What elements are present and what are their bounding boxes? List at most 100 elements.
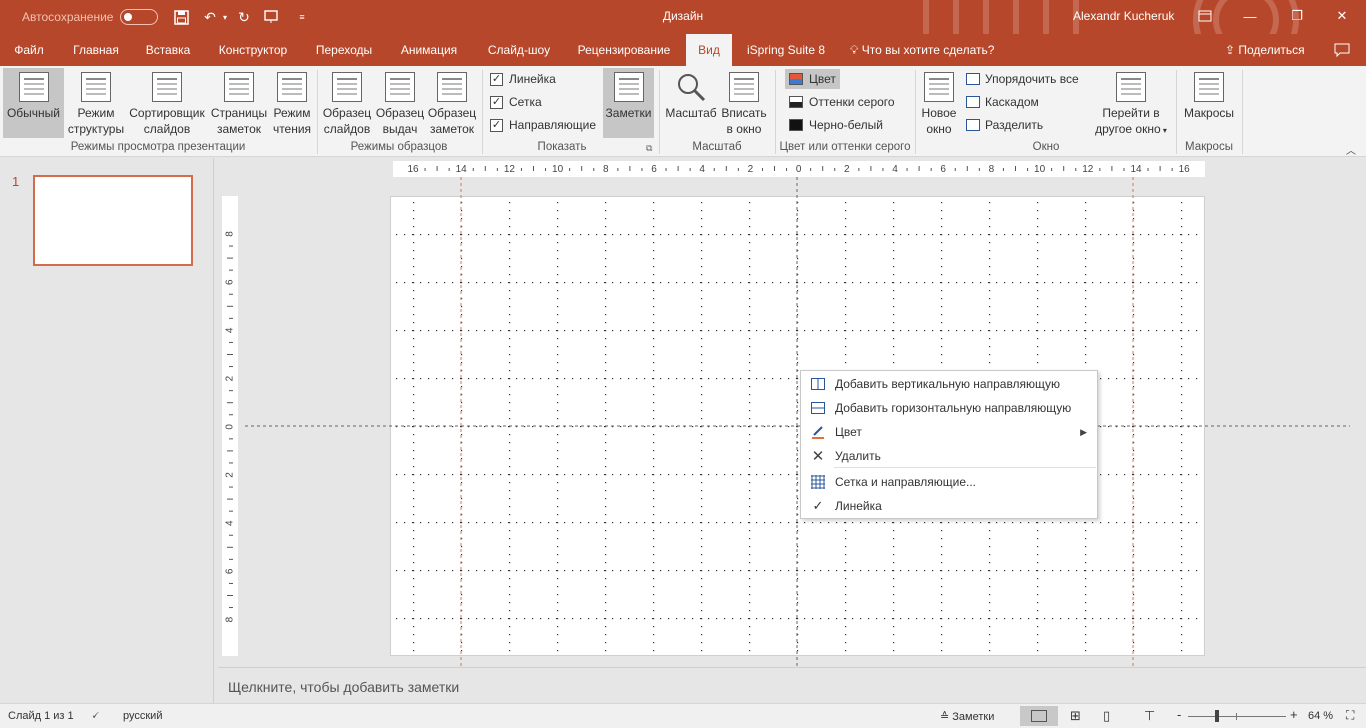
fit-to-window-icon [729, 72, 759, 102]
notes-master-label-2: заметок [430, 122, 474, 136]
normal-view-button[interactable]: Обычный [3, 68, 64, 138]
menu-item-label: Добавить горизонтальную направляющую [835, 401, 1072, 415]
checkmark-icon: ✓ [812, 498, 824, 513]
slide-sorter-button[interactable]: Сортировщик слайдов [127, 68, 207, 138]
color-mode-button[interactable]: Цвет [785, 69, 840, 89]
menu-item-add-vertical-guide[interactable]: Добавить вертикальную направляющую [801, 372, 1097, 396]
slide-sorter-status-icon[interactable]: ⊞ [1070, 708, 1081, 724]
arrange-all-label: Упорядочить все [985, 72, 1079, 86]
presentation-views-group-label: Режимы просмотра презентации [70, 141, 246, 153]
horizontal-ruler[interactable] [393, 161, 1205, 177]
outline-view-button[interactable]: Режим структуры [66, 68, 126, 138]
new-window-button[interactable]: Новое окно [918, 68, 960, 138]
zoom-percent[interactable]: 64 % [1308, 710, 1333, 722]
normal-view-icon [18, 72, 49, 102]
slide-master-button[interactable]: Образец слайдов [321, 68, 373, 138]
show-dialog-launcher-icon[interactable]: ⧉ [646, 143, 652, 154]
zoom-button[interactable]: Масштаб [663, 68, 719, 138]
zoom-slider-thumb[interactable] [1215, 710, 1219, 722]
ribbon: Обычный Режим структуры Сортировщик слай… [0, 66, 1366, 157]
zoom-slider-center-tick [1236, 713, 1237, 720]
notes-status-label: Заметки [952, 711, 995, 723]
fit-to-window-button[interactable]: Вписать в окно [719, 68, 769, 138]
tell-me-search[interactable]: 💡︎ Что вы хотите сделать? [850, 43, 994, 58]
tab-animations[interactable]: Анимация [390, 34, 468, 66]
reading-view-status-icon[interactable]: ▯ [1103, 708, 1110, 724]
share-button[interactable]: ⇪ Поделиться [1225, 43, 1305, 57]
share-icon: ⇪ [1225, 43, 1239, 57]
title-bar: Автосохранение ↶ ▾ ↻ ≡ Дизайн Alexandr K… [0, 0, 1366, 34]
slide-sorter-label-1: Сортировщик [129, 106, 205, 120]
reading-view-button[interactable]: Режим чтения [270, 68, 314, 138]
split-button[interactable]: Разделить [962, 115, 1047, 135]
tab-home[interactable]: Главная [62, 34, 130, 66]
collapse-ribbon-icon[interactable]: ︿ [1346, 142, 1356, 157]
minimize-icon[interactable]: — [1238, 6, 1262, 26]
grayscale-button[interactable]: Оттенки серого [785, 92, 899, 112]
notes-status-icon: ≙ [940, 711, 953, 723]
slideshow-status-icon[interactable]: ⊤ [1144, 708, 1155, 724]
macros-button[interactable]: Макросы [1180, 68, 1238, 138]
menu-item-color[interactable]: Цвет ▶ [801, 420, 1097, 444]
tab-design[interactable]: Конструктор [208, 34, 298, 66]
notes-page-button[interactable]: Страницы заметок [209, 68, 269, 138]
grid-checkbox[interactable]: ✓ Сетка [490, 95, 542, 109]
slide-count[interactable]: Слайд 1 из 1 [8, 710, 74, 722]
cascade-label: Каскадом [985, 95, 1039, 109]
slide-master-label-1: Образец [322, 106, 372, 120]
menu-separator [834, 467, 1096, 468]
switch-windows-button[interactable]: Перейти в другое окно ▾ [1088, 68, 1174, 138]
fit-label-1: Вписать [721, 106, 767, 120]
menu-item-add-horizontal-guide[interactable]: Добавить горизонтальную направляющую [801, 396, 1097, 420]
tab-slideshow[interactable]: Слайд-шоу [478, 34, 560, 66]
spelling-check-icon[interactable]: 🗸︎ [91, 708, 99, 723]
zoom-in-button[interactable]: + [1290, 707, 1298, 722]
black-white-button[interactable]: Черно-белый [785, 115, 887, 135]
tab-insert[interactable]: Вставка [136, 34, 200, 66]
reading-view-label-2: чтения [272, 122, 312, 136]
handout-master-label-1: Образец [375, 106, 425, 120]
fit-slide-icon[interactable]: ⛶ [1346, 708, 1354, 723]
notes-master-button[interactable]: Образец заметок [426, 68, 478, 138]
notes-toggle-button[interactable]: Заметки [603, 68, 654, 138]
comments-icon[interactable] [1330, 40, 1354, 60]
fit-label-2: в окно [726, 122, 762, 136]
slide-sorter-label-2: слайдов [143, 122, 191, 136]
guides-checkbox[interactable]: ✓ Направляющие [490, 118, 596, 132]
ribbon-tabs: Файл Главная Вставка Конструктор Переход… [0, 34, 1366, 66]
zoom-out-button[interactable]: - [1177, 707, 1181, 722]
outline-view-icon [81, 72, 111, 102]
normal-view-label: Обычный [6, 106, 61, 120]
zoom-slider-track[interactable] [1188, 716, 1286, 717]
slide-thumbnail[interactable] [33, 175, 193, 266]
close-icon[interactable]: ✕ [1330, 6, 1354, 26]
menu-item-grid-and-guides[interactable]: Сетка и направляющие... [801, 470, 1097, 494]
notes-pane[interactable]: Щелкните, чтобы добавить заметки [218, 667, 1366, 703]
guides-label: Направляющие [509, 118, 597, 132]
language-indicator[interactable]: русский [123, 710, 162, 722]
cascade-button[interactable]: Каскадом [962, 92, 1043, 112]
ribbon-display-options-icon[interactable] [1193, 6, 1217, 26]
grid-check-icon: ✓ [490, 95, 503, 109]
window-group-label: Окно [1032, 141, 1060, 153]
notes-status-button[interactable]: ≙ Заметки [940, 710, 994, 723]
grid-icon [801, 475, 835, 489]
ruler-checkbox[interactable]: ✓ Линейка [490, 72, 556, 86]
tab-ispring[interactable]: iSpring Suite 8 [740, 34, 832, 66]
split-icon [966, 119, 980, 131]
split-label: Разделить [985, 118, 1044, 132]
menu-item-ruler[interactable]: ✓ Линейка [801, 494, 1097, 518]
tab-view[interactable]: Вид [686, 34, 732, 66]
vertical-ruler[interactable] [222, 196, 238, 656]
tab-transitions[interactable]: Переходы [306, 34, 382, 66]
grayscale-swatch-icon [789, 96, 803, 108]
menu-item-delete[interactable]: ✕ Удалить [801, 444, 1097, 468]
tab-file[interactable]: Файл [0, 34, 58, 66]
tab-review[interactable]: Рецензирование [570, 34, 678, 66]
user-name[interactable]: Alexandr Kucheruk [1073, 9, 1174, 23]
dropdown-arrow-icon: ▾ [1160, 126, 1167, 135]
arrange-all-button[interactable]: Упорядочить все [962, 69, 1083, 89]
restore-icon[interactable]: ❐ [1285, 6, 1309, 26]
status-bar: Слайд 1 из 1 🗸︎ русский ≙ Заметки ⊞ ▯ ⊤ … [0, 703, 1366, 728]
handout-master-button[interactable]: Образец выдач [374, 68, 426, 138]
